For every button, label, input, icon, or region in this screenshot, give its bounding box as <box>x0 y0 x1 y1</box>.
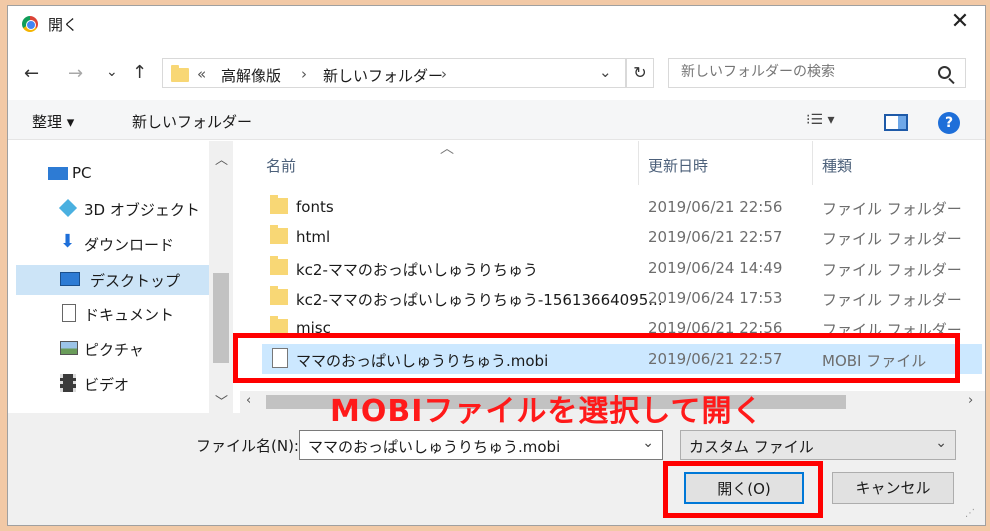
help-icon[interactable]: ? <box>938 112 960 134</box>
sidebar-item-label: ダウンロード <box>84 236 175 254</box>
file-name: kc2-ママのおっぱいしゅうりちゅう <box>296 261 538 279</box>
file-type: ファイル フォルダー <box>822 230 962 248</box>
sidebar-item-desktop[interactable]: デスクトップ <box>16 265 216 295</box>
download-icon: ⬇ <box>60 231 76 252</box>
cube-icon <box>58 198 78 218</box>
preview-pane-icon[interactable] <box>884 114 908 131</box>
file-date: 2019/06/21 22:57 <box>648 228 783 246</box>
close-button[interactable]: ✕ <box>948 10 972 34</box>
file-row[interactable]: fonts 2019/06/21 22:56 ファイル フォルダー <box>262 192 982 222</box>
folder-icon <box>270 195 288 214</box>
search-box[interactable] <box>668 58 966 88</box>
back-button[interactable]: ← <box>24 64 39 84</box>
file-row[interactable]: kc2-ママのおっぱいしゅうりちゅう 2019/06/24 14:49 ファイル… <box>262 253 982 283</box>
file-date: 2019/06/24 17:53 <box>648 289 783 307</box>
file-name: fonts <box>296 198 334 216</box>
sidebar-item-pc[interactable]: PC <box>32 160 232 188</box>
overflow-chevron[interactable]: « <box>197 65 206 83</box>
view-options-icon[interactable]: ⁝☰ ▾ <box>806 112 834 128</box>
pc-icon <box>48 167 68 180</box>
sidebar-item-label: PC <box>72 164 92 182</box>
picture-icon <box>60 341 78 355</box>
column-divider[interactable] <box>638 141 639 185</box>
breadcrumb-separator[interactable]: › <box>441 65 447 83</box>
address-dropdown-icon[interactable]: ⌄ <box>599 63 612 81</box>
breadcrumb-separator[interactable]: › <box>301 65 307 83</box>
sidebar-item-label: ビデオ <box>84 376 130 394</box>
breadcrumb-item[interactable]: 高解像版 <box>221 65 281 86</box>
sort-up-icon: ︿ <box>440 141 454 157</box>
column-divider[interactable] <box>812 141 813 185</box>
highlight-box-file <box>233 333 960 383</box>
file-row[interactable]: kc2-ママのおっぱいしゅうりちゅう-15613664095... 2019/0… <box>262 283 982 313</box>
file-type-value: カスタム ファイル <box>689 438 814 456</box>
new-folder-button[interactable]: 新しいフォルダー <box>132 111 252 132</box>
sidebar-item-documents[interactable]: ドキュメント <box>32 300 232 328</box>
filename-label: ファイル名(N): <box>196 437 299 455</box>
sidebar-item-videos[interactable]: ビデオ <box>32 370 232 398</box>
forward-button[interactable]: → <box>68 64 83 84</box>
dialog-title: 開く <box>48 16 79 34</box>
file-name: html <box>296 228 331 246</box>
sidebar-item-3d-objects[interactable]: 3D オブジェクト <box>32 195 232 223</box>
organize-button[interactable]: 整理 ▾ <box>32 111 74 132</box>
scroll-down-icon[interactable]: ﹀ <box>215 391 228 410</box>
folder-icon <box>270 225 288 244</box>
annotation-text: MOBIファイルを選択して開く <box>330 394 764 429</box>
file-type: ファイル フォルダー <box>822 200 962 218</box>
sidebar-item-pictures[interactable]: ピクチャ <box>32 335 232 363</box>
breadcrumb-item[interactable]: 新しいフォルダー <box>323 65 443 86</box>
scroll-left-icon[interactable]: ‹ <box>246 393 251 408</box>
sidebar-item-downloads[interactable]: ⬇ ダウンロード <box>32 230 232 258</box>
sidebar-item-label: 3D オブジェクト <box>84 201 200 219</box>
sidebar-item-label: デスクトップ <box>90 272 181 290</box>
file-type-select[interactable]: カスタム ファイル ⌄ <box>680 430 956 460</box>
navigation-pane: PC 3D オブジェクト ⬇ ダウンロード デスクトップ ドキュメント ピクチャ… <box>8 141 233 413</box>
filename-field[interactable]: ママのおっぱいしゅうりちゅう.mobi ⌄ <box>299 430 663 460</box>
scroll-up-icon[interactable]: ︿ <box>215 149 228 168</box>
scroll-right-icon[interactable]: › <box>968 393 973 408</box>
file-date: 2019/06/24 14:49 <box>648 259 783 277</box>
search-input[interactable] <box>679 63 929 81</box>
cancel-button[interactable]: キャンセル <box>832 472 954 504</box>
navigation-scrollbar[interactable]: ︿ ﹀ <box>209 141 233 413</box>
recent-locations-button[interactable]: ⌄ <box>106 62 118 82</box>
file-date: 2019/06/21 22:56 <box>648 198 783 216</box>
folder-icon <box>171 65 189 82</box>
sidebar-item-label: ピクチャ <box>84 341 144 359</box>
file-type: ファイル フォルダー <box>822 261 962 279</box>
up-button[interactable]: ↑ <box>132 63 147 83</box>
chevron-down-icon[interactable]: ⌄ <box>935 435 947 451</box>
desktop-icon <box>60 272 80 286</box>
folder-icon <box>270 286 288 305</box>
file-type: ファイル フォルダー <box>822 291 962 309</box>
address-bar[interactable]: « 高解像版 › 新しいフォルダー › ⌄ <box>162 58 626 88</box>
refresh-button[interactable]: ↻ <box>626 58 654 88</box>
chevron-down-icon[interactable]: ⌄ <box>642 435 654 451</box>
filename-value: ママのおっぱいしゅうりちゅう.mobi <box>308 438 561 456</box>
video-icon <box>60 374 76 392</box>
document-icon <box>62 304 76 322</box>
sidebar-item-label: ドキュメント <box>84 306 175 324</box>
search-icon[interactable] <box>938 66 951 79</box>
highlight-box-open <box>663 461 823 518</box>
chrome-icon <box>22 16 38 32</box>
resize-grip-icon[interactable]: ⋰ <box>965 508 975 519</box>
folder-icon <box>270 256 288 275</box>
file-name: kc2-ママのおっぱいしゅうりちゅう-15613664095... <box>296 291 663 309</box>
scrollbar-thumb[interactable] <box>213 273 229 363</box>
file-row[interactable]: html 2019/06/21 22:57 ファイル フォルダー <box>262 222 982 252</box>
